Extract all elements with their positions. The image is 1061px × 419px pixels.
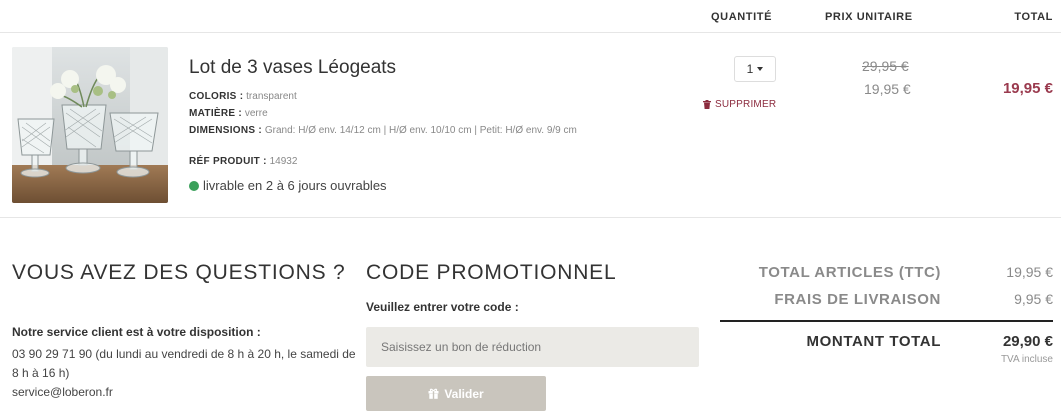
shipping-value: 9,95 € <box>1014 291 1053 307</box>
tax-note: TVA incluse <box>1000 354 1053 365</box>
product-dimensions: DIMENSIONS : Grand: H/Ø env. 14/12 cm | … <box>189 124 639 138</box>
caret-down-icon <box>757 67 764 71</box>
colour-label: COLORIS : <box>189 91 244 102</box>
shipping-label: FRAIS DE LIVRAISON <box>774 291 941 308</box>
service-label: Notre service client est à votre disposi… <box>12 325 261 339</box>
remove-item-button[interactable]: SUPPRIMER <box>703 99 776 110</box>
column-header-total: TOTAL <box>1014 11 1053 23</box>
product-colour: COLORIS : transparent <box>189 90 297 104</box>
remove-label: SUPPRIMER <box>715 99 777 110</box>
header-divider <box>0 32 1061 33</box>
gift-icon <box>428 388 439 399</box>
ref-label: RÉF PRODUIT : <box>189 156 267 167</box>
ref-value: 14932 <box>269 156 298 167</box>
row-divider <box>0 217 1061 218</box>
validate-promo-button[interactable]: Valider <box>366 376 546 411</box>
trash-icon <box>703 100 711 109</box>
quantity-select[interactable]: 1 <box>734 56 776 82</box>
availability-text: livrable en 2 à 6 jours ouvrables <box>203 178 387 193</box>
availability: livrable en 2 à 6 jours ouvrables <box>189 178 387 193</box>
service-phone-text: 03 90 29 71 90 (du lundi au vendredi de … <box>12 347 356 380</box>
summary-divider <box>720 320 1053 322</box>
old-price: 29,95 € <box>862 58 909 74</box>
line-total: 19,95 € <box>1002 80 1053 97</box>
product-name[interactable]: Lot de 3 vases Léogeats <box>189 57 396 79</box>
dimensions-value: Grand: H/Ø env. 14/12 cm | H/Ø env. 10/1… <box>264 125 577 136</box>
availability-dot-icon <box>189 180 199 191</box>
dimensions-label: DIMENSIONS : <box>189 125 263 136</box>
quantity-value: 1 <box>746 62 754 76</box>
column-header-unit-price: PRIX UNITAIRE <box>825 11 913 23</box>
material-value: verre <box>244 108 268 119</box>
grand-total-value: 29,90 € <box>1002 333 1053 350</box>
material-label: MATIÈRE : <box>189 108 243 119</box>
colour-value: transparent <box>246 91 297 102</box>
product-image[interactable] <box>12 47 168 203</box>
promo-title: CODE PROMOTIONNEL <box>366 261 617 284</box>
subtotal-value: 19,95 € <box>1006 264 1053 280</box>
product-reference: RÉF PRODUIT : 14932 <box>189 155 297 169</box>
grand-total-label: MONTANT TOTAL <box>806 333 941 350</box>
questions-title: VOUS AVEZ DES QUESTIONS ? <box>12 261 346 284</box>
promo-label: Veuillez entrer votre code : <box>366 300 519 314</box>
validate-label: Valider <box>444 386 484 401</box>
product-material: MATIÈRE : verre <box>189 107 268 121</box>
promo-code-input[interactable] <box>366 327 699 367</box>
service-email-link[interactable]: service@loberon.fr <box>12 385 113 399</box>
subtotal-label: TOTAL ARTICLES (TTC) <box>758 264 941 281</box>
column-header-quantity: QUANTITÉ <box>711 11 773 23</box>
unit-price: 19,95 € <box>864 81 911 97</box>
